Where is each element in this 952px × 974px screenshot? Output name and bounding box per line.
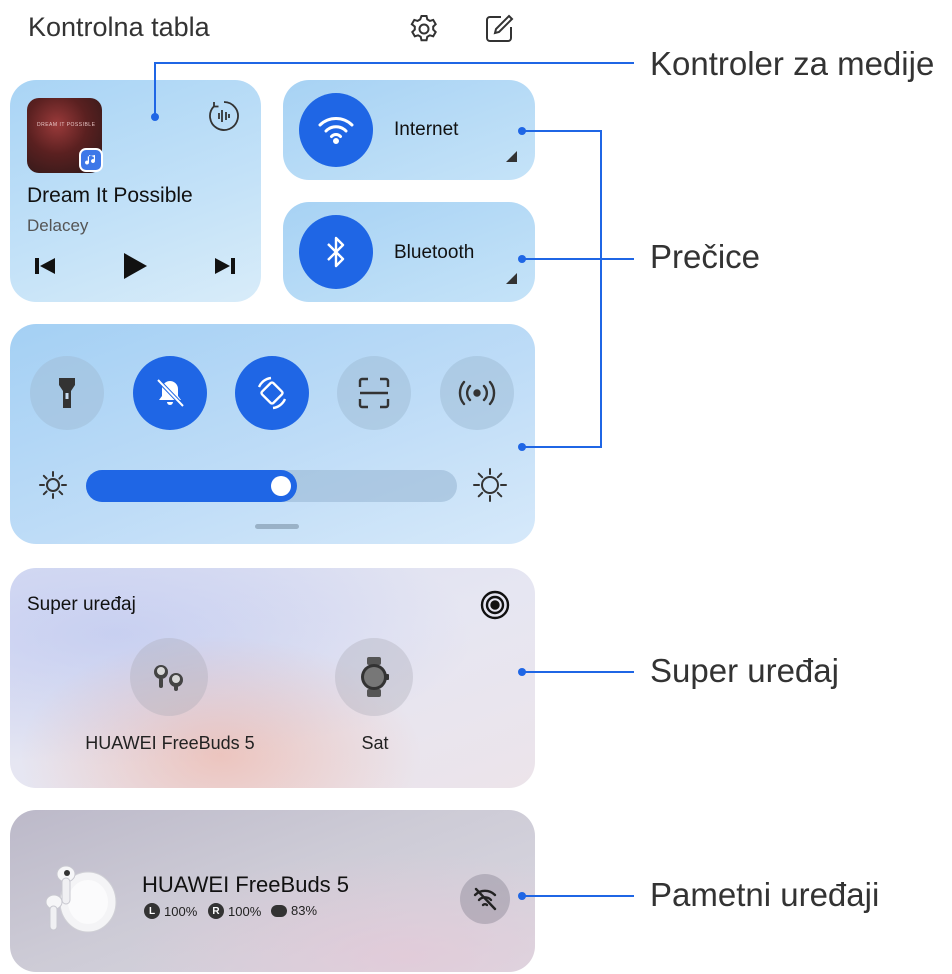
device-label-watch: Sat [361, 733, 389, 753]
disconnect-icon[interactable] [460, 874, 510, 924]
gear-icon[interactable] [407, 12, 441, 46]
expand-corner-icon[interactable] [506, 151, 517, 162]
case-battery: 83% [271, 903, 317, 918]
hotspot-icon[interactable] [440, 356, 514, 430]
wifi-icon[interactable] [299, 93, 373, 167]
brightness-low-icon [38, 470, 68, 505]
callout-line-bluetooth [522, 258, 634, 260]
bluetooth-tile[interactable]: Bluetooth [283, 202, 535, 302]
album-caption: DREAM IT POSSIBLE [37, 122, 96, 128]
left-battery: L 100% [144, 903, 197, 919]
internet-tile[interactable]: Internet [283, 80, 535, 180]
callout-line-smart [522, 895, 634, 897]
brightness-high-icon [473, 468, 507, 507]
next-track-icon[interactable] [210, 254, 240, 278]
earbuds-product-image [40, 860, 120, 941]
device-label-earbuds: HUAWEI FreeBuds 5 [85, 733, 255, 753]
right-battery: R 100% [208, 903, 261, 919]
drag-handle[interactable] [255, 524, 299, 529]
watch-device-icon[interactable] [335, 638, 413, 716]
right-earbud-badge: R [208, 903, 224, 919]
callout-smart-label: Pametni uređaji [650, 876, 880, 913]
earbuds-device-icon[interactable] [130, 638, 208, 716]
brightness-slider-thumb[interactable] [271, 476, 291, 496]
shortcut-switches-panel [10, 324, 535, 544]
callout-line-internet [522, 130, 602, 132]
song-title: Dream It Possible [27, 184, 193, 207]
audio-output-icon[interactable] [206, 98, 242, 134]
music-app-icon [79, 148, 103, 172]
artist-name: Delacey [27, 216, 89, 235]
right-battery-value: 100% [228, 903, 262, 919]
left-battery-value: 100% [164, 903, 198, 919]
callout-media-label: Kontroler za medije [650, 45, 935, 82]
flashlight-icon[interactable] [30, 356, 104, 430]
silent-mode-icon[interactable] [133, 356, 207, 430]
callout-shortcuts-label: Prečice [650, 238, 761, 275]
bluetooth-icon[interactable] [299, 215, 373, 289]
smart-device-card[interactable]: HUAWEI FreeBuds 5 [10, 810, 535, 972]
brightness-slider[interactable] [86, 470, 457, 502]
super-device-card[interactable]: Super uređaj HUAWEI FreeBuds 5 Sat [10, 568, 535, 788]
callout-line-media [154, 62, 634, 64]
internet-label: Internet [394, 119, 459, 140]
edit-icon[interactable] [482, 12, 516, 46]
previous-track-icon[interactable] [30, 254, 60, 278]
media-controller-card[interactable]: DREAM IT POSSIBLE Dream It Possible Dela… [10, 80, 261, 302]
callout-line-super [522, 671, 634, 673]
screenshot-icon[interactable] [337, 356, 411, 430]
target-icon[interactable] [479, 589, 511, 626]
bluetooth-label: Bluetooth [394, 242, 475, 263]
play-icon[interactable] [119, 250, 151, 282]
case-icon [271, 904, 287, 917]
case-battery-value: 83% [291, 903, 318, 918]
expand-corner-icon[interactable] [506, 273, 517, 284]
callout-line-switches [522, 446, 602, 448]
super-device-title: Super uređaj [27, 594, 136, 615]
left-earbud-badge: L [144, 903, 160, 919]
page-title: Kontrolna tabla [28, 12, 210, 42]
callout-line-media-vertical [154, 62, 156, 116]
brightness-slider-fill [86, 470, 297, 502]
callout-line-shortcuts-vertical [600, 130, 602, 448]
auto-rotate-icon[interactable] [235, 356, 309, 430]
smart-device-name: HUAWEI FreeBuds 5 [142, 872, 350, 897]
callout-super-label: Super uređaj [650, 652, 839, 689]
